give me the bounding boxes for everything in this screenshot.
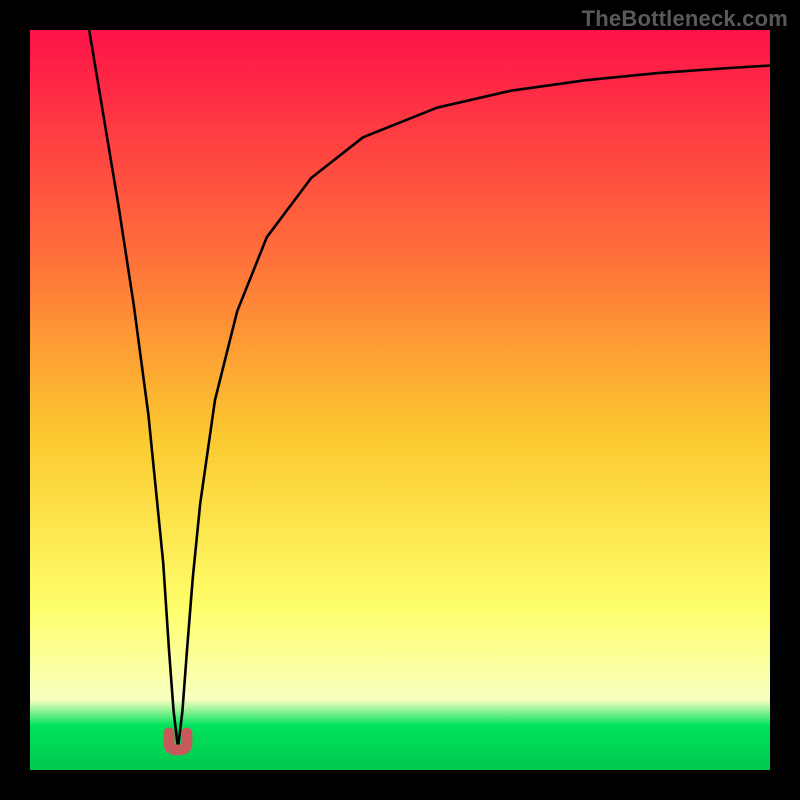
watermark-text: TheBottleneck.com [582,6,788,32]
chart-background [30,30,770,770]
bottleneck-chart-svg [0,0,800,800]
chart-stage: TheBottleneck.com [0,0,800,800]
